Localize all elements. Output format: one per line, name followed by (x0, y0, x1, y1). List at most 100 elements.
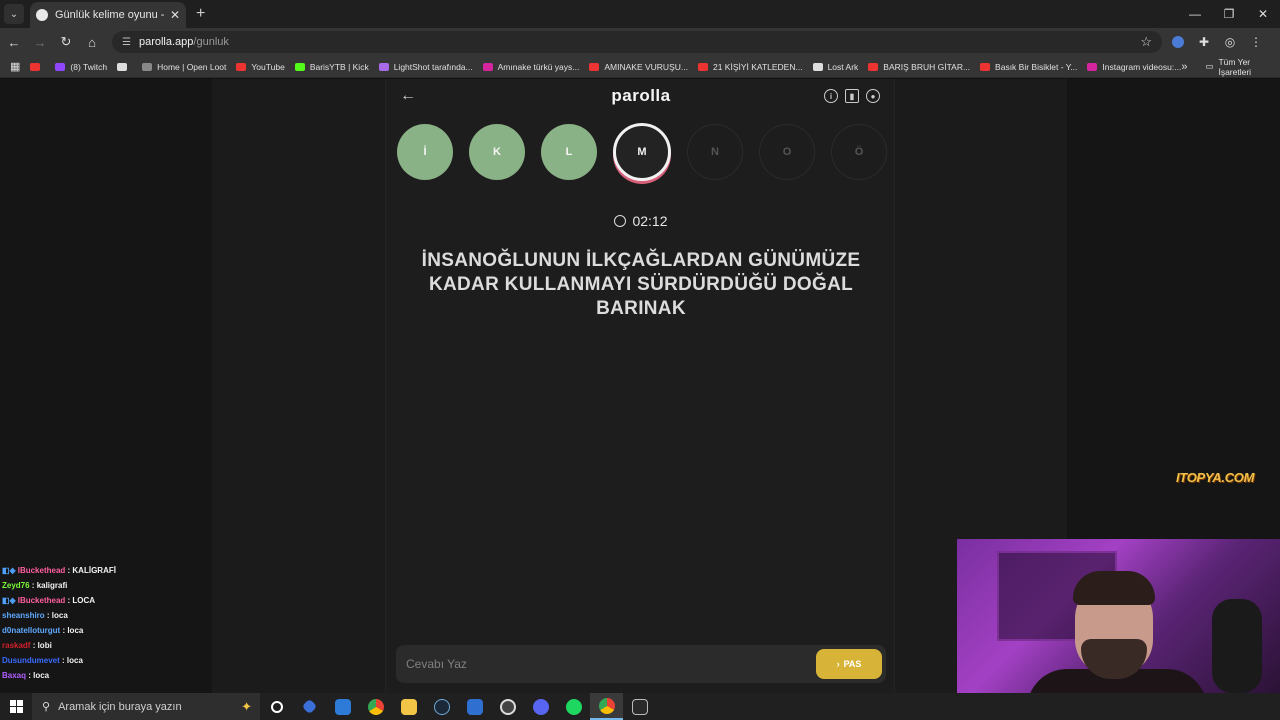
app-logo: parolla (611, 86, 671, 105)
chat-username: Baxaq (2, 671, 27, 680)
close-window-button[interactable]: ✕ (1246, 0, 1280, 28)
epic-games-icon[interactable] (623, 693, 656, 720)
bookmarks-bar: ▦ (8) Twitch Home | Open Loot YouTube Baris… (0, 56, 1280, 78)
letter-circle-done: L (541, 124, 597, 180)
bookmark-favicon-icon (868, 62, 879, 71)
app-icon-3[interactable] (491, 693, 524, 720)
streamer-hair (1073, 571, 1155, 605)
clock-icon (614, 215, 627, 227)
app-icon-2[interactable] (458, 693, 491, 720)
bookmark-item[interactable]: Lost Ark (812, 62, 858, 72)
file-explorer-icon[interactable] (392, 693, 425, 720)
windows-taskbar: ⚲ Aramak için buraya yazın ✦ (0, 693, 1280, 720)
app-icon-1[interactable] (293, 693, 326, 720)
bookmark-item[interactable]: BARIŞ BRUH GİTAR... (868, 62, 970, 72)
chat-message: Dusundumevet : loca (2, 656, 83, 665)
bookmark-item[interactable] (117, 62, 132, 71)
address-bar[interactable]: ☰ parolla.app/gunluk ☆ (112, 31, 1162, 53)
bookmark-label: Instagram videosu:... (1102, 61, 1182, 72)
stream-chat-overlay: ◧◈ lBuckethead : KALİGRAFİ Zeyd76 : kaligr… (2, 563, 212, 683)
address-toolbar: ← → ↻ ⌂ ☰ parolla.app/gunluk ☆ ✚ ◎ ⋮ (0, 28, 1280, 56)
bookmark-item[interactable]: YouTube (236, 61, 285, 72)
bookmark-label: (8) Twitch (70, 61, 108, 72)
pass-button[interactable]: › PAS (816, 649, 882, 679)
chat-username: Dusundumevet (2, 656, 60, 665)
taskbar-search-placeholder: Aramak için buraya yazın (58, 700, 182, 713)
reload-icon[interactable]: ↻ (54, 30, 78, 54)
bookmark-item[interactable]: 21 KİŞİYİ KATLEDEN... (697, 62, 803, 72)
bookmark-favicon-icon (697, 62, 708, 71)
letter-circle-pending: O (759, 124, 815, 180)
site-info-icon[interactable]: ☰ (122, 37, 131, 48)
stats-icon[interactable]: ▮ (845, 89, 859, 103)
letter-circle-done: İ (397, 124, 453, 180)
bookmark-item[interactable]: AMINAKE VURUŞU... (589, 62, 688, 72)
search-icon: ⚲ (42, 701, 51, 713)
chat-username: lBuckethead (17, 596, 66, 605)
chat-username: sheanshiro (2, 611, 45, 620)
bookmark-favicon-icon (30, 62, 41, 71)
letter-circle-pending: Ö (831, 124, 887, 180)
more-bookmarks-icon[interactable]: » (1181, 61, 1187, 73)
spotify-icon[interactable] (557, 693, 590, 720)
bookmark-item[interactable]: Instagram videosu:... (1087, 62, 1181, 72)
new-tab-button[interactable]: + (196, 5, 205, 23)
bookmark-item[interactable]: (8) Twitch (55, 62, 107, 72)
answer-input[interactable] (406, 657, 816, 671)
browser-tab-active[interactable]: Günlük kelime oyunu - parolla ✕ (30, 2, 186, 28)
bookmark-item[interactable]: Amınake türkü yays... (482, 62, 579, 72)
bookmark-favicon-icon (589, 62, 600, 71)
url-host: parolla.app (138, 36, 194, 48)
bookmark-label: Home | Open Loot (157, 61, 227, 72)
answer-box: › PAS (396, 645, 886, 683)
minimize-button[interactable]: — (1178, 0, 1212, 28)
chat-message: raskadf : lobi (2, 641, 52, 650)
bookmark-favicon-icon (482, 62, 493, 71)
close-tab-icon[interactable]: ✕ (170, 8, 180, 22)
bookmark-item[interactable] (30, 62, 45, 71)
letter-circle-active: M (613, 123, 671, 181)
extensions-puzzle-icon[interactable]: ✚ (1194, 32, 1214, 52)
all-bookmarks-folder[interactable]: ▭ Tüm Yer İşaretleri (1205, 57, 1270, 77)
bookmark-favicon-icon (980, 62, 991, 71)
chevron-right-icon: › (836, 659, 840, 669)
discord-icon[interactable] (524, 693, 557, 720)
tab-title: Günlük kelime oyunu - parolla (55, 9, 166, 21)
chat-message: sheanshiro : loca (2, 611, 68, 620)
back-arrow-icon[interactable]: ← (2, 30, 26, 54)
chat-username: raskadf (2, 641, 31, 650)
forward-arrow-icon[interactable]: → (28, 30, 52, 54)
extension-icon[interactable] (1168, 32, 1188, 52)
bookmark-item[interactable]: Basık Bir Bisiklet - Y... (980, 62, 1077, 72)
game-panel: ← parolla i ▮ ● İKLMNOÖ 02:12 İNSANOĞLUN… (385, 79, 895, 693)
folder-icon: ▭ (1205, 61, 1214, 71)
bookmark-item[interactable]: LightShot tarafında... (378, 62, 473, 72)
profile-icon[interactable]: ◎ (1220, 32, 1240, 52)
store-icon[interactable] (326, 693, 359, 720)
home-icon[interactable]: ⌂ (80, 30, 104, 54)
chat-text: loca (51, 611, 68, 620)
bookmark-star-icon[interactable]: ☆ (1140, 34, 1152, 50)
menu-kebab-icon[interactable]: ⋮ (1246, 32, 1266, 52)
bookmark-favicon-icon (812, 62, 823, 71)
copilot-sparkle-icon: ✦ (241, 698, 252, 714)
tab-search-button[interactable]: ⌄ (4, 4, 24, 24)
steam-icon[interactable] (425, 693, 458, 720)
bookmark-item[interactable]: BarisYTB | Kick (294, 62, 369, 72)
info-icon[interactable]: i (824, 89, 838, 103)
task-view-icon[interactable] (260, 693, 293, 720)
bookmark-label: YouTube (251, 61, 285, 72)
timer: 02:12 (386, 213, 896, 229)
taskbar-search[interactable]: ⚲ Aramak için buraya yazın ✦ (32, 693, 260, 720)
restore-button[interactable]: ❐ (1212, 0, 1246, 28)
chat-message: ◧◈ lBuckethead : LOCA (2, 596, 96, 605)
url-path: /gunluk (193, 36, 229, 48)
windows-start-icon[interactable] (0, 693, 32, 720)
parolla-favicon (36, 9, 48, 21)
chrome-active-icon[interactable] (590, 693, 623, 720)
profile-icon[interactable]: ● (866, 89, 880, 103)
chat-username: Zeyd76 (2, 581, 30, 590)
chrome-icon[interactable] (359, 693, 392, 720)
bookmark-item[interactable]: Home | Open Loot (142, 62, 226, 72)
apps-grid-icon[interactable]: ▦ (10, 60, 20, 73)
